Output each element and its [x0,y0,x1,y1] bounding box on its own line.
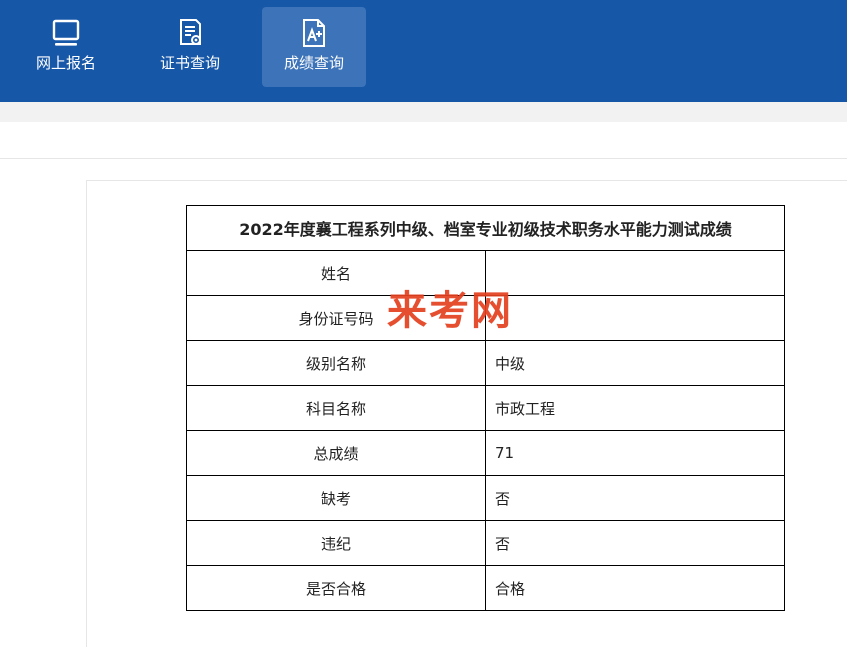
row-label-total-score: 总成绩 [186,430,486,476]
table-row: 缺考 否 [186,475,785,521]
table-row: 总成绩 71 [186,430,785,476]
divider [0,158,847,159]
row-value-violation: 否 [485,520,785,566]
row-label-passed: 是否合格 [186,565,486,611]
table-row: 姓名 [186,250,785,296]
table-row: 科目名称 市政工程 [186,385,785,431]
sub-header-band [0,102,847,122]
nav-item-label: 网上报名 [35,54,96,72]
nav-item-score-query[interactable]: 成绩查询 [262,7,366,87]
row-value-subject: 市政工程 [485,385,785,431]
row-label-subject: 科目名称 [186,385,486,431]
row-value-passed: 合格 [485,565,785,611]
table-row: 级别名称 中级 [186,340,785,386]
row-value-total-score: 71 [485,430,785,476]
nav-item-online-registration[interactable]: 网上报名 [14,7,118,87]
score-document-icon [262,17,366,49]
table-row: 是否合格 合格 [186,565,785,611]
row-label-id-number: 身份证号码 [186,295,486,341]
certificate-icon [138,17,242,49]
row-label-name: 姓名 [186,250,486,296]
row-value-absent: 否 [485,475,785,521]
nav-item-certificate-query[interactable]: 证书查询 [138,7,242,87]
row-value-id-number [485,295,785,341]
nav-item-label: 成绩查询 [283,54,344,72]
score-table: 2022年度襄工程系列中级、档室专业初级技术职务水平能力测试成绩 姓名 身份证号… [186,205,785,611]
table-row: 身份证号码 [186,295,785,341]
table-title-row: 2022年度襄工程系列中级、档室专业初级技术职务水平能力测试成绩 [186,205,785,251]
row-label-violation: 违纪 [186,520,486,566]
table-title: 2022年度襄工程系列中级、档室专业初级技术职务水平能力测试成绩 [186,205,785,251]
row-value-name [485,250,785,296]
monitor-icon [14,17,118,49]
nav-item-label: 证书查询 [159,54,220,72]
table-row: 违纪 否 [186,520,785,566]
row-value-level: 中级 [485,340,785,386]
top-navigation-bar: 网上报名 证书查询 成绩查询 [0,0,847,102]
row-label-level: 级别名称 [186,340,486,386]
row-label-absent: 缺考 [186,475,486,521]
